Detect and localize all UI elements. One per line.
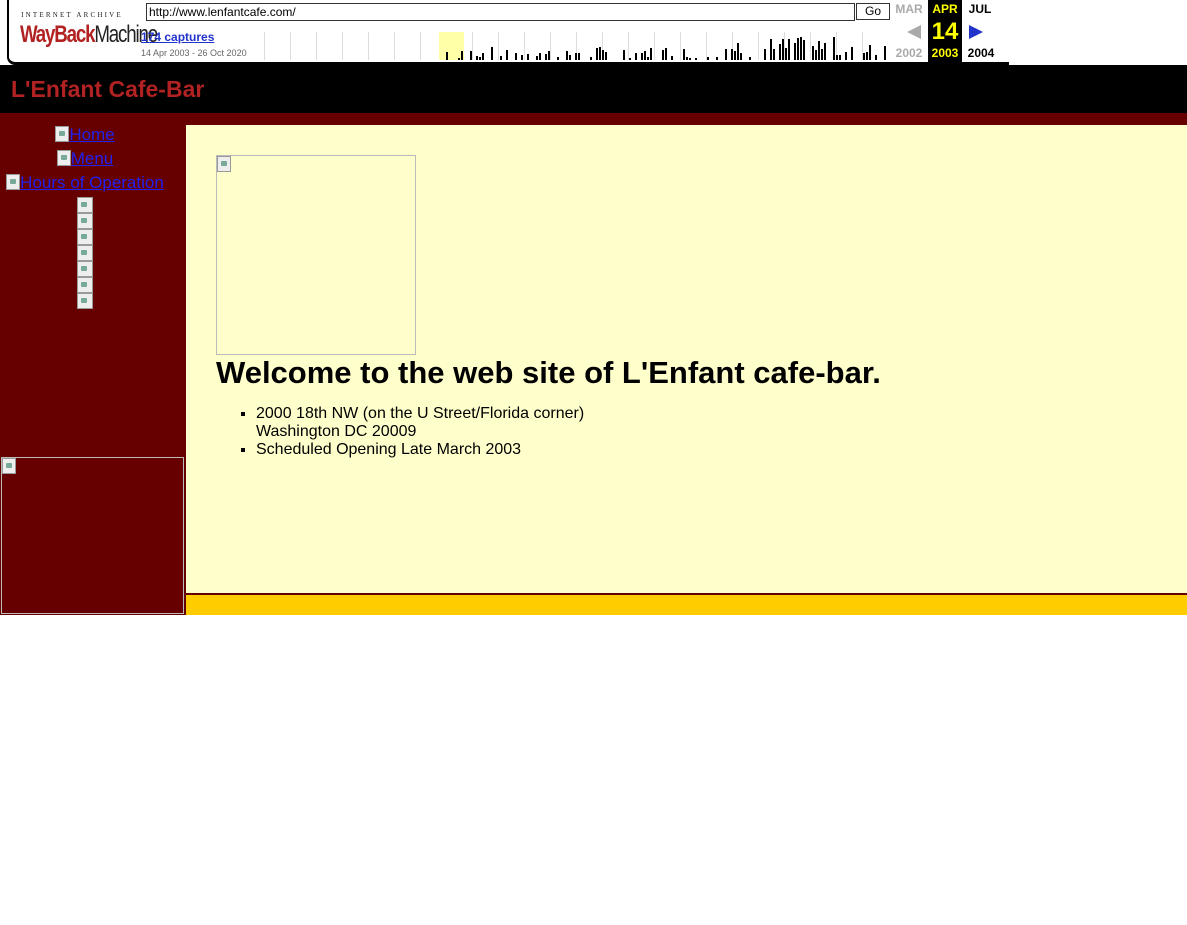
broken-image-icon xyxy=(55,126,70,142)
broken-image-icon xyxy=(77,261,93,277)
site-header: L'Enfant Cafe-Bar xyxy=(0,65,1187,113)
broken-image-icon xyxy=(77,293,93,309)
info-list: 2000 18th NW (on the U Street/Florida co… xyxy=(216,405,584,459)
sidebar-image xyxy=(1,457,184,614)
broken-image-icon xyxy=(77,229,93,245)
opening-item: Scheduled Opening Late March 2003 xyxy=(256,441,584,459)
nav-home-link[interactable]: Home xyxy=(0,125,170,145)
broken-image-icon xyxy=(77,213,93,229)
capture-sparkline[interactable] xyxy=(264,32,888,60)
main-logo-image xyxy=(216,155,416,355)
broken-image-icon xyxy=(2,458,16,474)
current-day: 14 xyxy=(931,18,959,45)
wayback-logo[interactable]: INTERNET ARCHIVE WayBackMachine xyxy=(20,8,158,50)
url-input[interactable] xyxy=(146,3,855,21)
next-month-link[interactable]: JUL xyxy=(951,2,1009,16)
next-capture-arrow-icon[interactable] xyxy=(969,25,983,39)
footer-bar xyxy=(186,593,1187,615)
next-year-link[interactable]: 2004 xyxy=(952,46,1010,60)
broken-image-icon xyxy=(77,277,93,293)
capture-date-range: 14 Apr 2003 - 26 Oct 2020 xyxy=(141,48,247,58)
nav-hours-link[interactable]: Hours of Operation xyxy=(2,173,168,193)
address-item: 2000 18th NW (on the U Street/Florida co… xyxy=(256,405,584,441)
captures-link[interactable]: 174 captures xyxy=(141,30,214,44)
site-title: L'Enfant Cafe-Bar xyxy=(11,76,205,102)
logo-internet-archive: INTERNET ARCHIVE xyxy=(21,11,123,19)
broken-image-icon xyxy=(217,156,231,172)
logo-wayback-machine: WayBackMachine xyxy=(20,21,158,48)
broken-image-icon xyxy=(56,150,71,166)
broken-image-icon xyxy=(77,245,93,261)
nav-menu-link[interactable]: Menu xyxy=(0,149,170,169)
main-content: Welcome to the web site of L'Enfant cafe… xyxy=(186,125,1187,593)
broken-image-icon xyxy=(77,197,93,213)
broken-image-icon xyxy=(6,174,21,190)
welcome-heading: Welcome to the web site of L'Enfant cafe… xyxy=(216,355,881,390)
wayback-toolbar: INTERNET ARCHIVE WayBackMachine Go 174 c… xyxy=(0,0,1187,65)
prev-capture-arrow-icon[interactable] xyxy=(907,25,921,39)
